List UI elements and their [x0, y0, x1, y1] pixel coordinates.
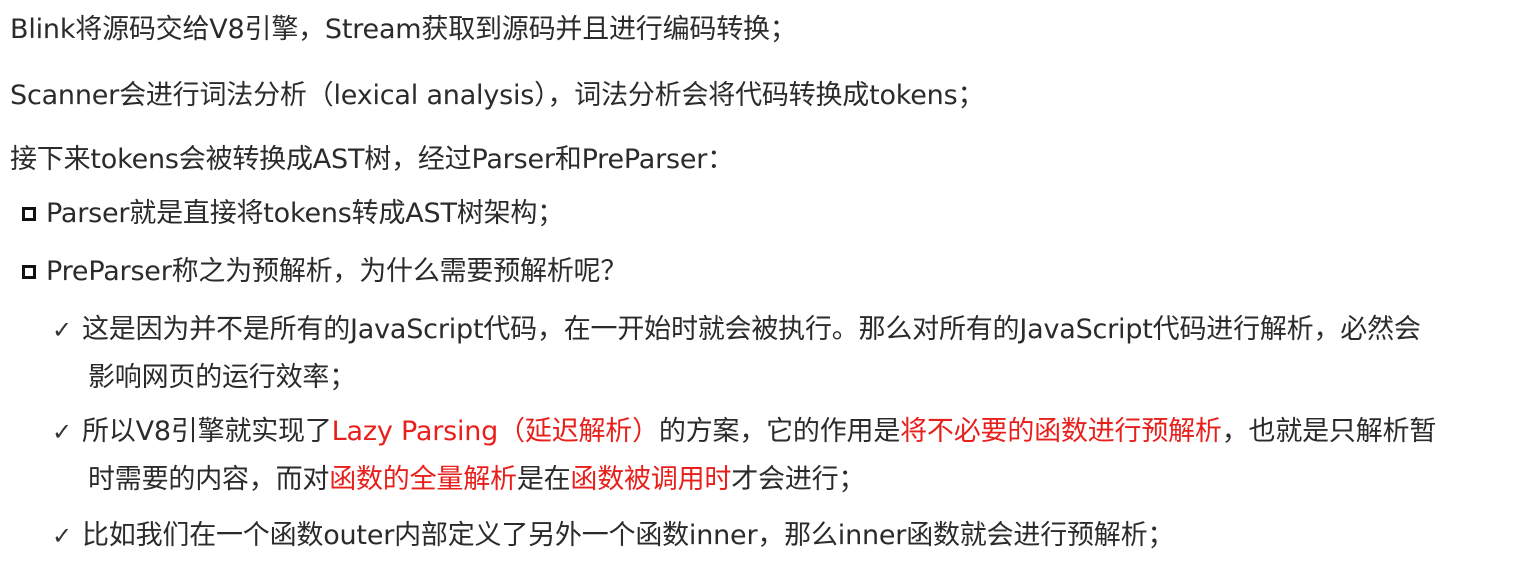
function-called-highlight: 函数被调用时 [570, 464, 732, 495]
check-icon: ✓ [52, 522, 72, 550]
paragraph-scanner: Scanner会进行词法分析（lexical analysis），词法分析会将代… [10, 80, 985, 111]
check-item-example-text: 比如我们在一个函数outer内部定义了另外一个函数inner，那么inner函数… [82, 520, 1175, 551]
bullet-preparser-text: PreParser称之为预解析，为什么需要预解析呢？ [46, 256, 628, 287]
lazy-parsing-text-e: ，也就是只解析暂 [1221, 416, 1437, 447]
lazy-parsing-text-c: 的方案，它的作用是 [658, 416, 901, 447]
hollow-square-icon [22, 207, 36, 221]
check-item-reason-text: 这是因为并不是所有的JavaScript代码，在一开始时就会被执行。那么对所有的… [82, 314, 1421, 345]
preparse-unneeded-highlight: 将不必要的函数进行预解析 [900, 416, 1222, 447]
check-item-lazy-parsing-continued: 时需要的内容，而对函数的全量解析是在函数被调用时才会进行； [88, 462, 865, 498]
hollow-square-icon [22, 265, 36, 279]
bullet-preparser: PreParser称之为预解析，为什么需要预解析呢？ [22, 254, 627, 290]
lazy-parsing-highlight: Lazy Parsing（延迟解析） [331, 416, 659, 447]
check-item-lazy-parsing: ✓ 所以V8引擎就实现了Lazy Parsing（延迟解析）的方案，它的作用是将不… [52, 414, 1436, 450]
bullet-parser-text: Parser就是直接将tokens转成AST树架构； [46, 198, 564, 229]
bullet-parser: Parser就是直接将tokens转成AST树架构； [22, 196, 564, 232]
lazy-cont-text-a: 时需要的内容，而对 [88, 464, 330, 495]
lazy-cont-text-c: 是在 [516, 464, 571, 495]
check-icon: ✓ [52, 316, 72, 344]
check-item-reason: ✓ 这是因为并不是所有的JavaScript代码，在一开始时就会被执行。那么对所有… [52, 312, 1421, 348]
check-icon: ✓ [52, 418, 72, 446]
full-parse-highlight: 函数的全量解析 [329, 464, 517, 495]
lazy-parsing-text-a: 所以V8引擎就实现了 [82, 416, 332, 447]
check-item-reason-continued: 影响网页的运行效率； [88, 362, 356, 393]
paragraph-blink-stream: Blink将源码交给V8引擎，Stream获取到源码并且进行编码转换； [10, 14, 797, 45]
paragraph-tokens-ast: 接下来tokens会被转换成AST树，经过Parser和PreParser： [10, 144, 734, 175]
check-item-example: ✓ 比如我们在一个函数outer内部定义了另外一个函数inner，那么inner函… [52, 518, 1174, 554]
lazy-cont-text-e: 才会进行； [731, 464, 866, 495]
